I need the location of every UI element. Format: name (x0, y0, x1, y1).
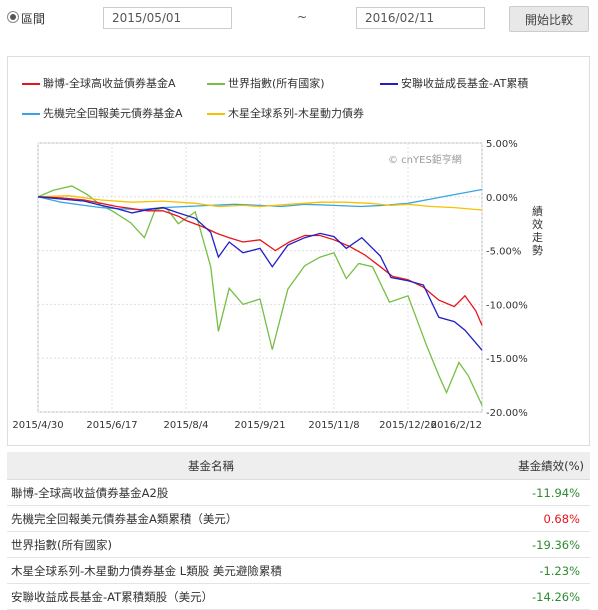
x-tick-label: 2015/6/17 (86, 420, 137, 431)
fund-name[interactable]: 先機完全回報美元債券基金A類累積（美元） (7, 505, 416, 532)
x-tick-label: 2015/4/30 (12, 420, 63, 431)
table-row: 木星全球系列-木星動力債券基金 L類股 美元避險累積 -1.23% (7, 557, 590, 584)
y-tick-label: -15.00% (486, 354, 528, 365)
range-label: 區間 (21, 12, 46, 26)
x-tick-label: 2015/11/8 (308, 420, 359, 431)
start-date-input[interactable] (103, 7, 232, 29)
header-fund-name: 基金名稱 (7, 452, 416, 480)
x-tick-label: 2015/8/4 (164, 420, 209, 431)
x-tick-label: 2016/2/12 (431, 420, 482, 431)
date-separator: ~ (297, 10, 308, 24)
table-row: 聯博-全球高收益債券基金A2股 -11.94% (7, 479, 590, 506)
fund-name[interactable]: 安聯收益成長基金-AT累積類股（美元） (7, 583, 416, 610)
x-tick-label: 2015/12/26 (379, 420, 437, 431)
fund-performance: -19.36% (415, 531, 590, 558)
y-tick-label: -5.00% (486, 247, 521, 258)
end-date-input[interactable] (356, 7, 485, 29)
y-tick-label: 5.00% (486, 139, 518, 150)
x-tick-label: 2015/9/21 (234, 420, 285, 431)
y-axis-label: 績效走勢 (532, 204, 543, 257)
toolbar: 區間 ~ 開始比較 (0, 0, 598, 40)
header-performance: 基金績效(%) (415, 452, 590, 480)
watermark-text: © cnYES鉅亨網 (388, 153, 462, 166)
fund-performance: -14.26% (415, 583, 590, 610)
fund-name[interactable]: 聯博-全球高收益債券基金A2股 (7, 479, 416, 506)
fund-name[interactable]: 世界指數(所有國家) (7, 531, 416, 558)
y-tick-label: -10.00% (486, 300, 528, 311)
fund-performance: -1.23% (415, 557, 590, 584)
y-tick-label: 0.00% (486, 193, 518, 204)
performance-table: 基金名稱 基金績效(%) 聯博-全球高收益債券基金A2股 -11.94% 先機完全… (7, 452, 590, 610)
table-row: 安聯收益成長基金-AT累積類股（美元） -14.26% (7, 583, 590, 610)
range-radio[interactable] (7, 11, 19, 23)
fund-name[interactable]: 木星全球系列-木星動力債券基金 L類股 美元避險累積 (7, 557, 416, 584)
fund-performance: 0.68% (415, 505, 590, 532)
chart-panel: 聯博-全球高收益債券基金A 世界指數(所有國家) 安聯收益成長基金-AT累積 先… (7, 56, 590, 446)
fund-performance: -11.94% (415, 479, 590, 506)
table-row: 先機完全回報美元債券基金A類累積（美元） 0.68% (7, 505, 590, 532)
y-tick-label: -20.00% (486, 408, 528, 419)
line-chart: 5.00% 0.00% -5.00% -10.00% -15.00% -20.00% 20… (12, 139, 543, 431)
table-row: 世界指數(所有國家) -19.36% (7, 531, 590, 558)
compare-button[interactable]: 開始比較 (509, 6, 589, 32)
